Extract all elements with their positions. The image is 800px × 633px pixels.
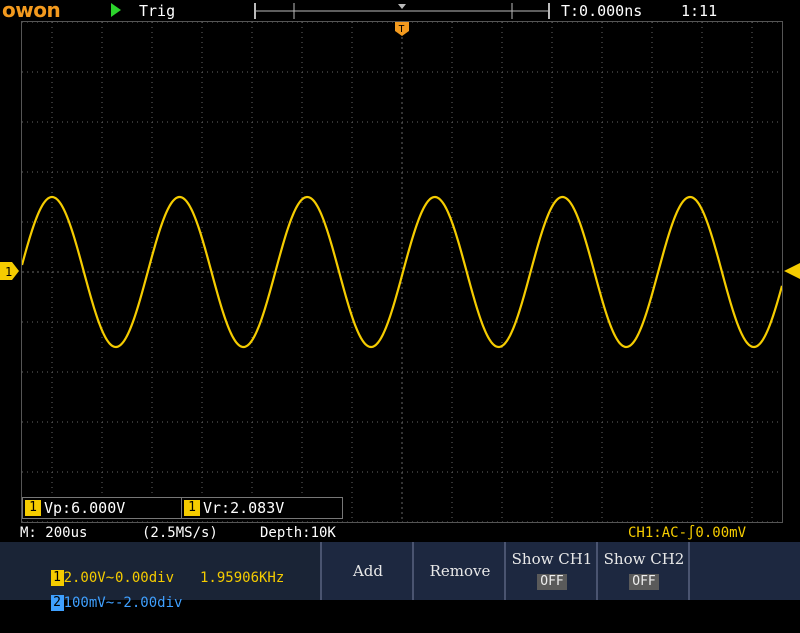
ch2-badge: 2 (50, 595, 64, 611)
svg-text:1: 1 (5, 265, 12, 279)
waveform-display[interactable] (20, 21, 784, 523)
memory-depth: Depth:10K (260, 525, 336, 541)
measurement-channel-badge: 1 (25, 500, 41, 516)
trigger-state: Trig (139, 2, 176, 20)
ch1-frequency: 1.95906KHz (200, 570, 285, 586)
show-ch2-button[interactable]: Show CH2 OFF (596, 542, 690, 600)
ch1-offset-marker-icon[interactable]: 1 (0, 262, 20, 280)
waveform-grid (20, 21, 784, 523)
ch1-info-row[interactable]: 1 2.00V~ 0.00div 1.95906KHz (0, 548, 284, 586)
channel-info: 1 2.00V~ 0.00div 1.95906KHz 2 100mV~ -2.00div (0, 542, 320, 611)
ch1-offset: 0.00div (115, 570, 175, 586)
brand-logo: owon (2, 0, 61, 22)
trigger-position-marker-icon (398, 4, 406, 9)
ch2-offset: -2.00div (115, 595, 183, 611)
ch2-info-row[interactable]: 2 100mV~ -2.00div (0, 573, 182, 611)
measurement-value: Vp:6.000V (44, 499, 126, 517)
show-ch1-button[interactable]: Show CH1 OFF (504, 542, 598, 600)
memory-position-bar (254, 3, 550, 19)
measurement-value: Vr:2.083V (203, 499, 285, 517)
measurement-channel-badge: 1 (184, 500, 200, 516)
top-status-bar: owon Trig T:0.000ns 1:11 (0, 0, 800, 22)
add-button[interactable]: Add (320, 542, 414, 600)
trigger-time-marker-icon[interactable]: T (395, 22, 409, 36)
measurement-box-1: 1 Vp:6.000V (22, 497, 182, 519)
show-ch2-value: OFF (629, 574, 659, 590)
add-button-label: Add (352, 562, 384, 580)
timebase: M: 200us (20, 525, 88, 541)
empty-menu-slot[interactable] (688, 542, 800, 600)
svg-text:T: T (399, 24, 405, 35)
run-state-icon (111, 3, 121, 17)
ch1-trigger-info: CH1:AC-∫0.00mV (628, 525, 747, 541)
ch2-scale: 100mV~ (63, 595, 115, 611)
trigger-level-marker-icon[interactable] (784, 263, 800, 279)
show-ch2-label: Show CH2 (603, 550, 685, 568)
show-ch1-value: OFF (537, 574, 567, 590)
bottom-menu-bar: 1 2.00V~ 0.00div 1.95906KHz 2 100mV~ -2.00div… (0, 542, 800, 611)
remove-button-label: Remove (429, 562, 491, 580)
time-position: T:0.000ns (561, 2, 643, 20)
clock: 1:11 (681, 2, 718, 20)
show-ch1-label: Show CH1 (511, 550, 593, 568)
remove-button[interactable]: Remove (412, 542, 506, 600)
measurement-box-2: 1 Vr:2.083V (181, 497, 343, 519)
sample-rate: (2.5MS/s) (142, 525, 218, 541)
